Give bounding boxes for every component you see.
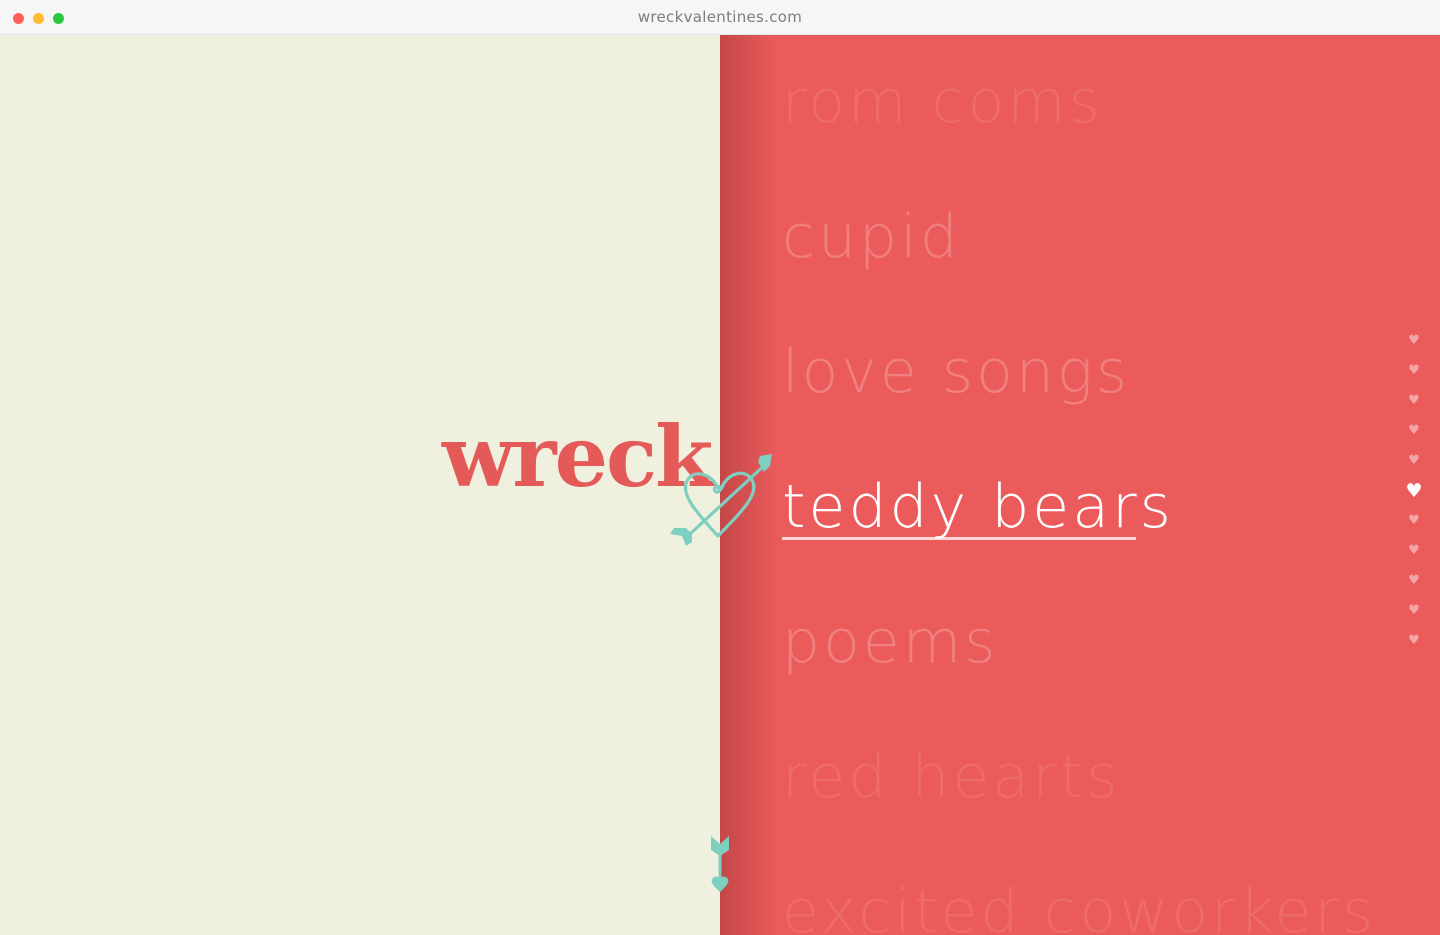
topic-link-red-hearts[interactable]: red hearts [782, 747, 1121, 807]
topic-link-cupid[interactable]: cupid [782, 207, 961, 267]
pager-heart-icon[interactable]: ♥ [1404, 626, 1424, 656]
pager-heart-icon[interactable]: ♥ [1404, 536, 1424, 566]
pager-heart-icon[interactable]: ♥ [1404, 566, 1424, 596]
browser-window: wreckvalentines.com rom coms cupid love … [0, 0, 1440, 935]
topic-link-poems[interactable]: poems [782, 612, 998, 672]
topic-link-teddy-bears[interactable]: teddy bears [782, 477, 1174, 537]
pager-heart-icon[interactable]: ♥ [1404, 386, 1424, 416]
topic-link-excited-coworkers[interactable]: excited coworkers [782, 882, 1376, 935]
topics-panel: rom coms cupid love songs teddy bears po… [720, 35, 1440, 935]
pager-heart-icon[interactable]: ♥ [1404, 416, 1424, 446]
arrow-down-icon[interactable] [709, 834, 731, 896]
pager-heart-icon[interactable]: ♥ [1404, 476, 1424, 506]
topic-link-love-songs[interactable]: love songs [782, 342, 1130, 402]
topic-link-rom-coms[interactable]: rom coms [782, 72, 1103, 132]
pager-heart-icon[interactable]: ♥ [1404, 356, 1424, 386]
pager-heart-icon[interactable]: ♥ [1404, 326, 1424, 356]
address-bar-url[interactable]: wreckvalentines.com [0, 0, 1440, 35]
section-pager: ♥ ♥ ♥ ♥ ♥ ♥ ♥ ♥ ♥ ♥ ♥ [1404, 326, 1424, 656]
active-topic-underline [782, 537, 1136, 540]
pager-heart-icon[interactable]: ♥ [1404, 596, 1424, 626]
browser-titlebar: wreckvalentines.com [0, 0, 1440, 35]
heart-with-arrow-icon [670, 454, 772, 546]
pager-heart-icon[interactable]: ♥ [1404, 506, 1424, 536]
pager-heart-icon[interactable]: ♥ [1404, 446, 1424, 476]
